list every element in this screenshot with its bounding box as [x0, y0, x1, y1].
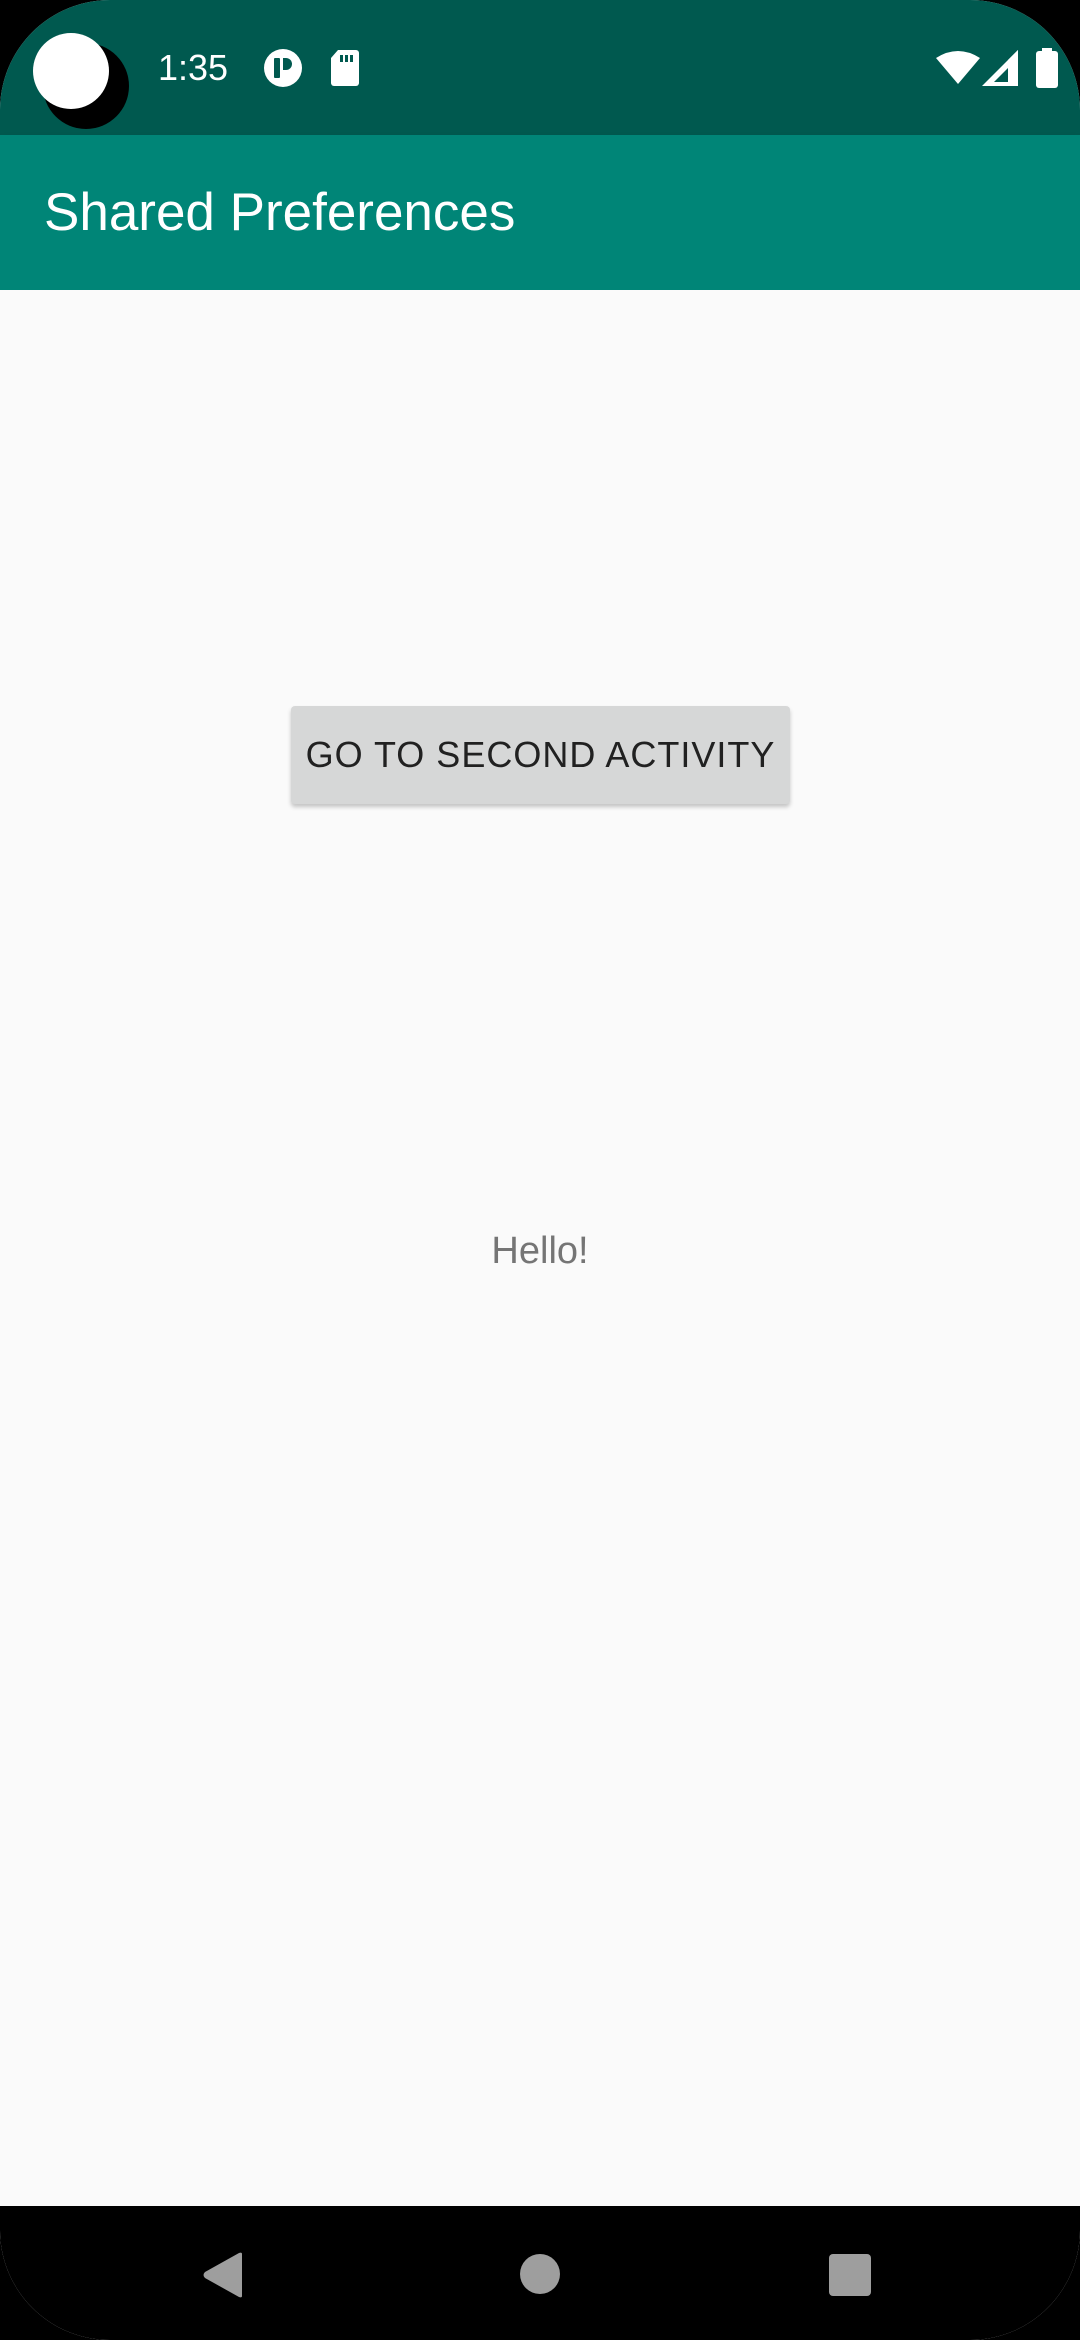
recents-icon[interactable]: [829, 2254, 871, 2296]
main-content: GO TO SECOND ACTIVITY Hello!: [0, 290, 1080, 2206]
status-time: 1:35: [158, 47, 229, 88]
notification-app-icon: [264, 49, 302, 87]
status-bar: 1:35: [0, 0, 1080, 135]
navigation-bar: [0, 2206, 1080, 2340]
go-to-second-activity-button[interactable]: GO TO SECOND ACTIVITY: [291, 706, 790, 804]
cellular-signal-icon: [982, 50, 1018, 86]
device-screen: 1:35 Shared Preferences GO TO SECOND ACT…: [0, 0, 1080, 2340]
battery-icon: [1036, 48, 1058, 88]
sd-card-icon: [331, 50, 359, 86]
camera-cutout: [33, 33, 129, 129]
home-icon[interactable]: [520, 2254, 560, 2294]
app-bar: Shared Preferences: [0, 135, 1080, 290]
back-icon[interactable]: [202, 2252, 246, 2298]
app-title: Shared Preferences: [44, 183, 516, 242]
wifi-icon: [936, 51, 980, 84]
hello-message: Hello!: [491, 1230, 589, 1272]
